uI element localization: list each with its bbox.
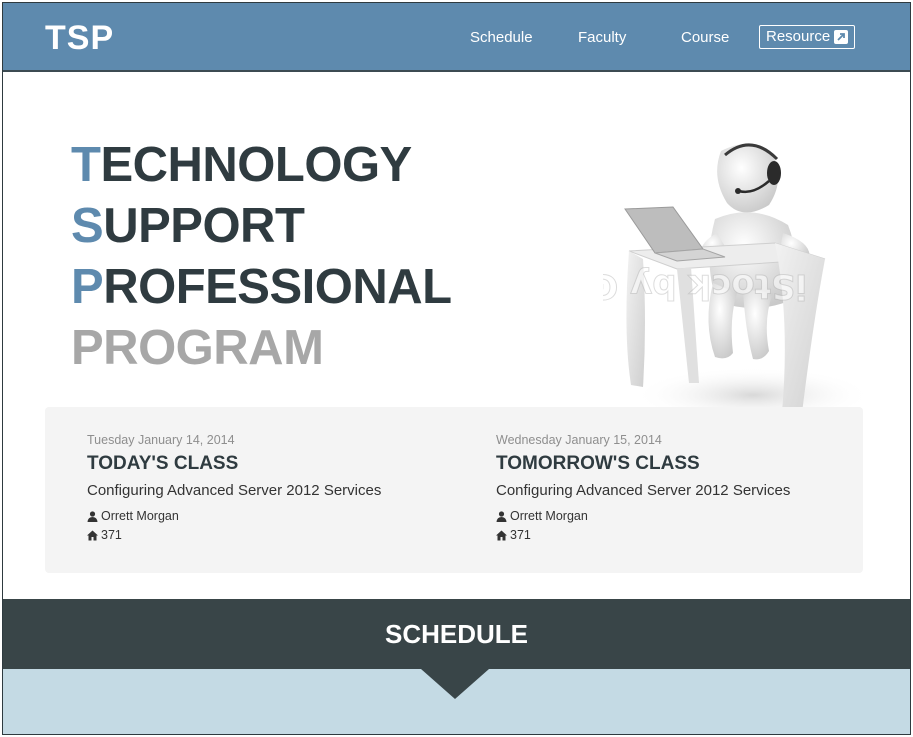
- classes-panel: Tuesday January 14, 2014 TODAY'S CLASS C…: [45, 407, 863, 573]
- hero-line-program: PROGRAM: [71, 321, 324, 375]
- brand-logo[interactable]: TSP: [45, 19, 114, 58]
- top-navbar: TSP Schedule Faculty Course Resource: [3, 3, 910, 72]
- tomorrow-class-card: Wednesday January 15, 2014 TOMORROW'S CL…: [496, 433, 790, 545]
- home-icon: [496, 530, 507, 541]
- class-course: Configuring Advanced Server 2012 Service…: [496, 482, 791, 499]
- class-date: Tuesday January 14, 2014: [87, 433, 235, 447]
- room-row: 371: [87, 526, 381, 545]
- class-heading: TOMORROW'S CLASS: [496, 453, 700, 474]
- class-date: Wednesday January 15, 2014: [496, 433, 662, 447]
- schedule-title: SCHEDULE: [384, 619, 528, 649]
- page-frame: TSP Schedule Faculty Course Resource TEC…: [2, 2, 911, 735]
- home-icon: [87, 530, 98, 541]
- instructor-name[interactable]: Orrett Morgan: [101, 507, 179, 526]
- instructor-row: Orrett Morgan: [87, 507, 381, 526]
- user-icon: [87, 511, 98, 522]
- class-course: Configuring Advanced Server 2012 Service…: [87, 482, 382, 499]
- resource-label: Resource: [766, 28, 831, 45]
- room-row: 371: [496, 526, 790, 545]
- class-meta: Orrett Morgan 371: [87, 507, 381, 545]
- today-class-card: Tuesday January 14, 2014 TODAY'S CLASS C…: [87, 433, 381, 545]
- section-pointer-arrow: [421, 669, 489, 699]
- instructor-row: Orrett Morgan: [496, 507, 790, 526]
- room-number: 371: [510, 528, 531, 542]
- nav-link-schedule[interactable]: Schedule: [470, 29, 533, 46]
- nav-link-course[interactable]: Course: [681, 29, 729, 46]
- room-number: 371: [101, 528, 122, 542]
- watermark-text: iStock by Getty Images: [603, 266, 807, 306]
- class-heading: TODAY'S CLASS: [87, 453, 239, 474]
- user-icon: [496, 511, 507, 522]
- class-meta: Orrett Morgan 371: [496, 507, 790, 545]
- schedule-section-header: SCHEDULE: [3, 599, 910, 669]
- hero-line-professional: PROFESSIONAL: [71, 260, 452, 314]
- support-person-illustration: iStock by Getty Images: [603, 143, 863, 423]
- external-link-icon: [834, 30, 849, 44]
- instructor-name[interactable]: Orrett Morgan: [510, 507, 588, 526]
- hero-line-support: SUPPORT: [71, 199, 305, 253]
- hero-title: TECHNOLOGY SUPPORT PROFESSIONAL PROGRAM: [71, 135, 452, 379]
- hero-line-technology: TECHNOLOGY: [71, 138, 412, 192]
- nav-link-faculty[interactable]: Faculty: [578, 29, 626, 46]
- nav-link-resource[interactable]: Resource: [759, 25, 856, 49]
